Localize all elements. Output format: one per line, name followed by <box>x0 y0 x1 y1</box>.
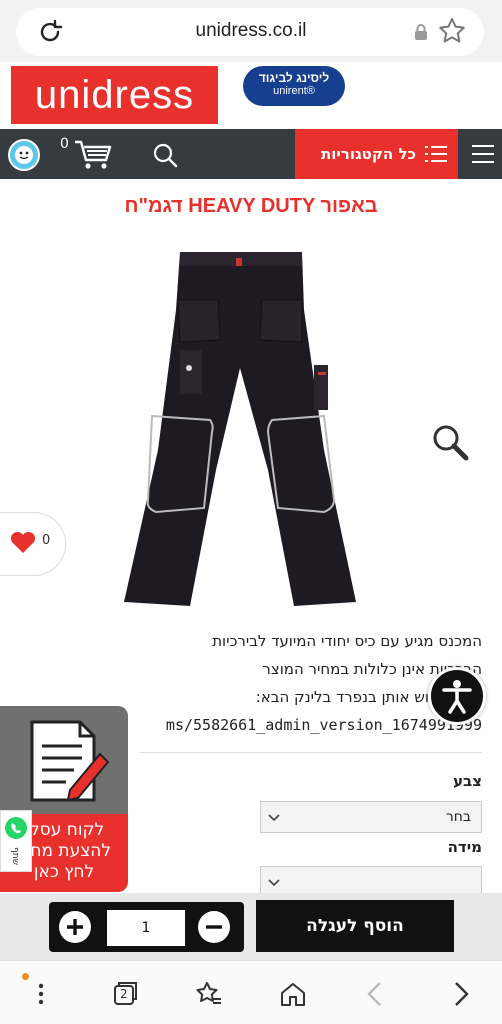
more-options-icon[interactable] <box>26 979 56 1009</box>
whatsapp-share-button[interactable]: שתף <box>0 810 32 872</box>
description-line-1: המכנס מגיע עם כיס יחודי המיועד לבירכיות <box>212 632 482 650</box>
quantity-input[interactable] <box>107 910 185 946</box>
unirent-tagline: ליסינג לביגוד <box>258 71 330 85</box>
chevron-down-icon <box>268 879 280 887</box>
whatsapp-icon <box>5 817 27 839</box>
cart-count-badge: 0 <box>60 136 69 152</box>
bookmarks-icon[interactable] <box>194 979 224 1009</box>
hamburger-menu-icon[interactable] <box>472 143 494 165</box>
site-header: unidress ליסינג לביגוד unirent® <box>0 62 502 130</box>
quote-widget-header <box>0 706 128 814</box>
accessibility-button[interactable] <box>428 667 486 725</box>
tabs-count: 2 <box>120 987 128 1001</box>
minus-icon <box>206 925 222 929</box>
browser-bottom-nav: 2 <box>0 960 502 1024</box>
browser-url-bar: unidress.co.il <box>0 0 502 62</box>
color-select[interactable]: בחר <box>260 801 482 833</box>
unidress-logo[interactable]: unidress <box>11 66 218 124</box>
unirent-badge[interactable]: ליסינג לביגוד unirent® <box>243 66 345 106</box>
share-label: שתף <box>10 847 20 866</box>
document-pen-icon <box>30 720 110 802</box>
heart-icon <box>10 531 36 553</box>
unirent-name: unirent® <box>273 85 315 97</box>
product-title: דגמ"ח HEAVY DUTY באפור <box>124 195 378 217</box>
lock-icon <box>415 24 427 40</box>
plus-icon <box>67 919 83 935</box>
decrease-quantity-button[interactable] <box>198 911 230 943</box>
favorites-count: 0 <box>42 533 51 548</box>
back-icon[interactable] <box>360 979 390 1009</box>
chevron-down-icon <box>268 814 280 822</box>
quantity-stepper <box>49 902 244 952</box>
all-categories-label: כל הקטגוריות <box>320 145 417 163</box>
divider <box>140 752 482 753</box>
forward-icon[interactable] <box>446 979 476 1009</box>
accessibility-icon <box>442 680 472 714</box>
tabs-button[interactable]: 2 <box>110 979 140 1009</box>
bookmark-star-icon[interactable] <box>437 16 467 46</box>
waze-face-icon <box>15 146 33 164</box>
favorite-button[interactable]: 0 <box>0 512 66 576</box>
all-categories-button[interactable]: כל הקטגוריות <box>295 129 458 179</box>
color-label: צבע <box>453 772 482 790</box>
zoom-icon[interactable] <box>430 422 470 462</box>
size-label: מידה <box>447 838 482 856</box>
color-select-value: בחר <box>445 809 471 825</box>
shopping-cart-icon[interactable] <box>73 139 113 171</box>
increase-quantity-button[interactable] <box>59 911 91 943</box>
search-icon[interactable] <box>152 142 178 168</box>
product-image[interactable] <box>118 250 364 610</box>
waze-icon[interactable] <box>8 139 40 171</box>
list-icon <box>425 146 447 162</box>
add-to-cart-bar: הוסף לעגלה <box>0 893 502 960</box>
add-to-cart-button[interactable]: הוסף לעגלה <box>256 900 454 952</box>
home-icon[interactable] <box>278 979 308 1009</box>
